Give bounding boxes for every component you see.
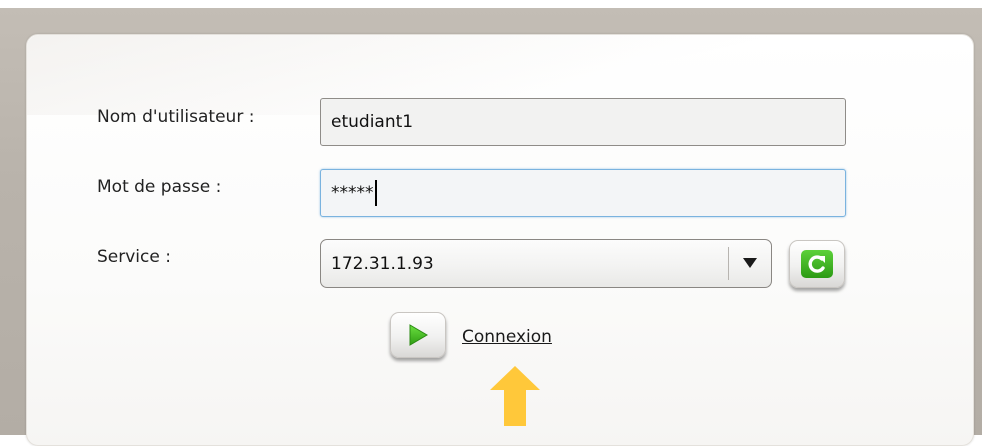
refresh-icon: [801, 250, 833, 278]
play-icon: [409, 324, 428, 346]
username-label: Nom d'utilisateur :: [97, 107, 255, 127]
password-label: Mot de passe :: [97, 177, 222, 197]
connect-link[interactable]: Connexion: [462, 327, 552, 347]
select-divider: [728, 247, 729, 280]
password-field[interactable]: *****: [320, 169, 846, 217]
service-label: Service :: [97, 247, 171, 267]
connect-button[interactable]: [390, 312, 446, 358]
password-value: *****: [331, 183, 374, 203]
refresh-button[interactable]: [789, 240, 845, 288]
username-field[interactable]: etudiant1: [320, 98, 846, 146]
text-cursor: [374, 180, 377, 206]
arrow-up-icon: [490, 366, 540, 426]
chevron-down-icon[interactable]: [743, 258, 757, 268]
service-selected-value: 172.31.1.93: [331, 253, 434, 274]
service-select[interactable]: 172.31.1.93: [320, 239, 772, 288]
username-value: etudiant1: [331, 112, 414, 132]
